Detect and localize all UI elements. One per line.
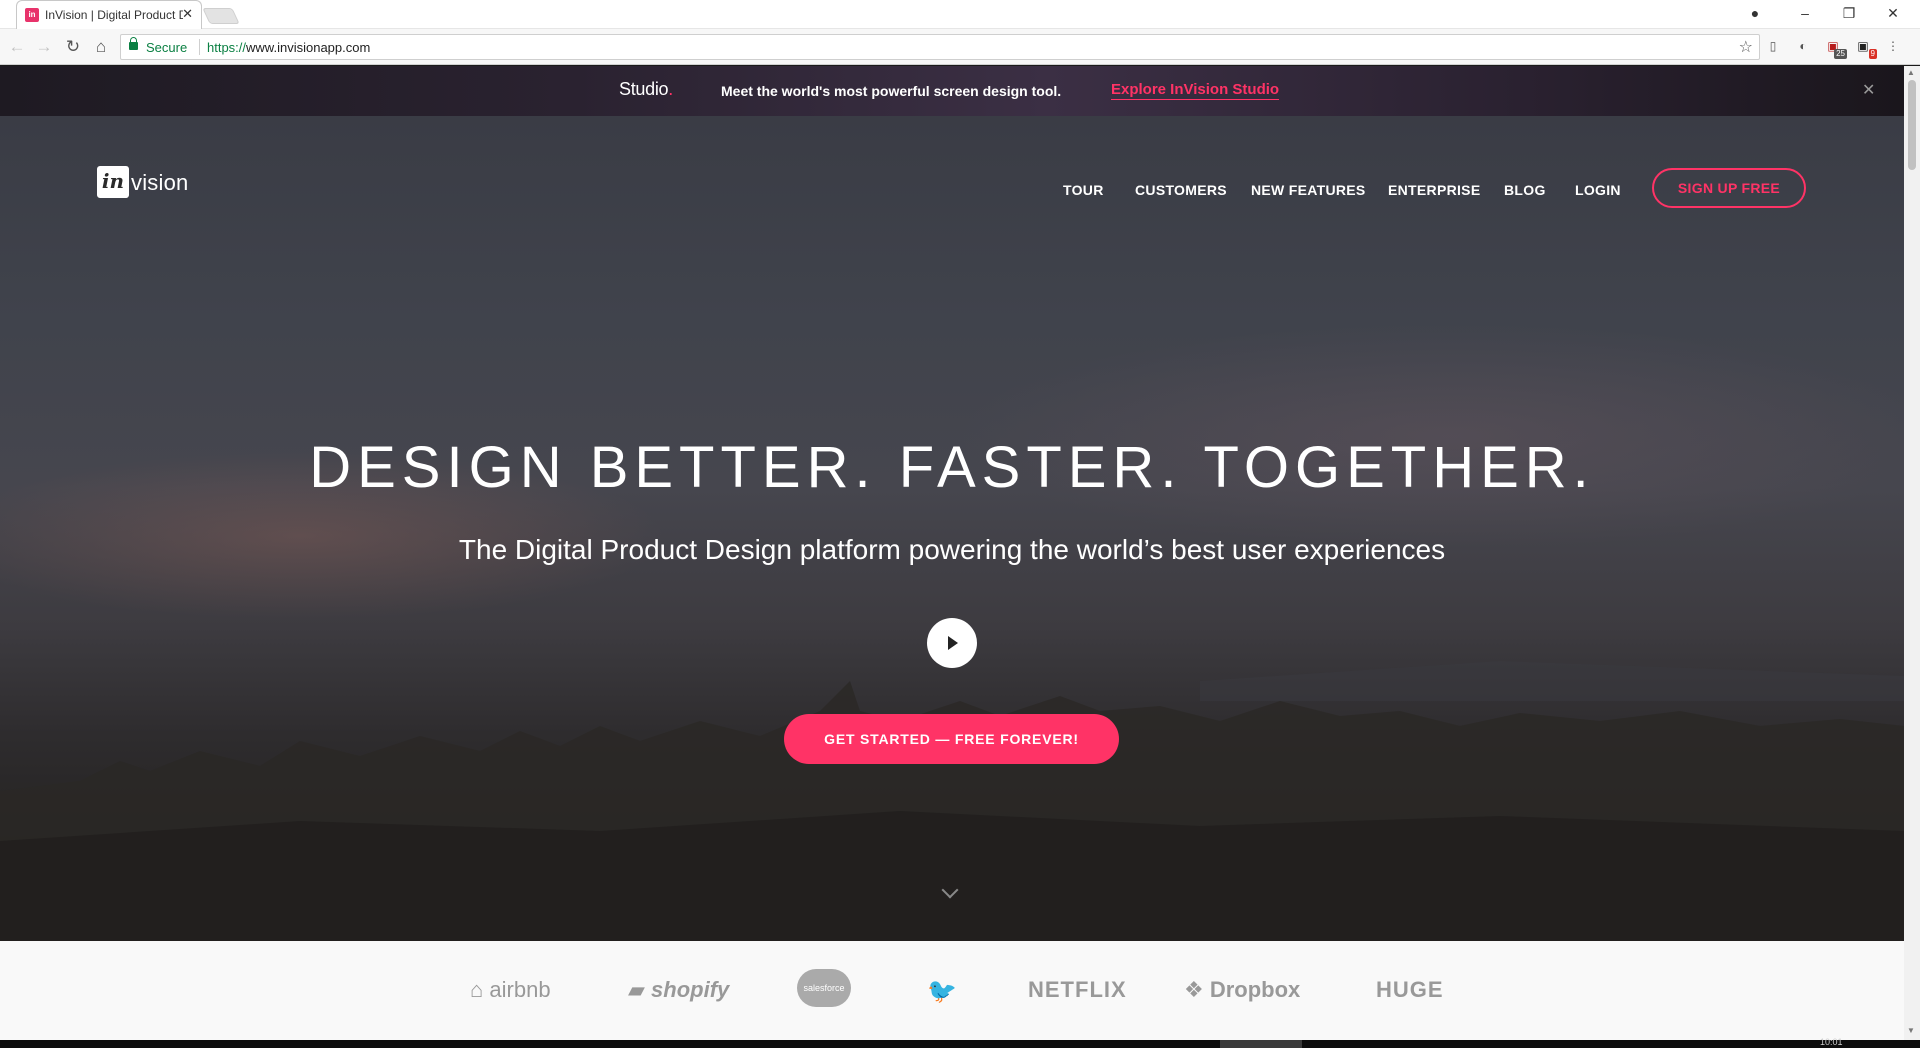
lock-icon xyxy=(129,37,138,50)
salesforce-logo: salesforce xyxy=(797,969,851,1007)
browser-tab-bar: in InVision | Digital Product Design, Wo… xyxy=(0,0,1920,29)
tab-title: InVision | Digital Product Design, Workf… xyxy=(45,8,183,22)
bookmark-star-icon[interactable]: ☆ xyxy=(1739,37,1753,57)
close-icon[interactable]: ✕ xyxy=(1862,80,1875,100)
extension-badge: 25 xyxy=(1834,49,1847,59)
taskbar-clock: 10:01 xyxy=(1820,1037,1843,1047)
restore-button[interactable]: ❐ xyxy=(1834,2,1864,24)
url-host: www.invisionapp.com xyxy=(246,40,371,55)
nav-blog[interactable]: BLOG xyxy=(1504,182,1546,198)
explore-studio-link[interactable]: Explore InVision Studio xyxy=(1111,81,1280,100)
browser-menu-icon[interactable]: ⋮ xyxy=(1884,37,1902,55)
huge-logo: HUGE xyxy=(1376,977,1444,1002)
nav-customers[interactable]: CUSTOMERS xyxy=(1135,182,1227,198)
scroll-up-arrow-icon[interactable]: ▲ xyxy=(1907,68,1915,77)
nav-enterprise[interactable]: ENTERPRISE xyxy=(1388,182,1480,198)
hero-section: in vision TOUR CUSTOMERS NEW FEATURES EN… xyxy=(0,116,1904,941)
shopify-bag-icon: ▰ xyxy=(628,977,652,1002)
shopify-logo-text: shopify xyxy=(651,977,730,1002)
invision-favicon-icon: in xyxy=(25,8,39,22)
secure-label: Secure xyxy=(146,40,188,55)
nav-login[interactable]: LOGIN xyxy=(1575,182,1621,198)
url-scheme: https:// xyxy=(207,40,247,55)
reload-icon[interactable]: ↻ xyxy=(62,36,84,58)
taskbar-active-item[interactable] xyxy=(1220,1040,1302,1048)
scroll-down-arrow-icon[interactable]: ▼ xyxy=(1907,1026,1915,1035)
dropbox-logo-text: Dropbox xyxy=(1209,977,1301,1002)
sign-up-button[interactable]: SIGN UP FREE xyxy=(1652,168,1806,208)
logo-mark: in xyxy=(97,166,129,198)
extension-badge: 9 xyxy=(1868,49,1877,59)
back-arrow-icon[interactable]: ← xyxy=(6,36,28,58)
scrollbar-thumb[interactable] xyxy=(1908,80,1916,170)
profile-icon[interactable]: ● xyxy=(1740,2,1770,24)
dropbox-box-icon: ❖ xyxy=(1184,977,1210,1002)
minimize-button[interactable]: – xyxy=(1790,2,1820,24)
hero-headline: DESIGN BETTER. FASTER. TOGETHER. xyxy=(309,435,1595,500)
studio-logo-text: Studio xyxy=(619,79,669,99)
airbnb-logo-icon: ⌂ xyxy=(470,977,490,1002)
logo-wordmark: vision xyxy=(131,170,189,195)
play-video-button[interactable] xyxy=(927,618,977,668)
os-taskbar: 10:01 xyxy=(0,1037,1920,1048)
forward-arrow-icon[interactable]: → xyxy=(33,36,55,58)
extension-dark-mode-icon[interactable]: ◐ xyxy=(1794,37,1812,55)
new-tab-button[interactable] xyxy=(202,8,240,24)
browser-toolbar: ← → ↻ ⌂ Secure https://www.invisionapp.c… xyxy=(0,29,1920,65)
customer-logos-strip: ⌂ airbnb ▰ shopify salesforce 🐦 NETFLIX … xyxy=(0,941,1904,1040)
address-bar[interactable]: Secure https://www.invisionapp.com ☆ xyxy=(120,34,1760,60)
extension-pdf-icon[interactable]: ▯ xyxy=(1764,37,1782,55)
close-window-button[interactable]: ✕ xyxy=(1878,2,1908,24)
home-icon[interactable]: ⌂ xyxy=(90,36,112,58)
airbnb-logo: ⌂ airbnb xyxy=(470,977,551,1003)
shopify-logo: ▰ shopify xyxy=(628,977,729,1003)
nav-new-features[interactable]: NEW FEATURES xyxy=(1251,182,1366,198)
get-started-button[interactable]: GET STARTED — FREE FOREVER! xyxy=(784,714,1119,764)
browser-tab[interactable]: in InVision | Digital Product Design, Wo… xyxy=(16,0,202,29)
tab-close-icon[interactable]: ✕ xyxy=(182,7,193,21)
twitter-bird-icon: 🐦 xyxy=(927,978,957,1005)
divider xyxy=(199,39,200,55)
airbnb-logo-text: airbnb xyxy=(489,977,551,1002)
studio-promo-banner: Studio. Meet the world's most powerful s… xyxy=(0,66,1904,116)
studio-logo-dot: . xyxy=(668,79,673,99)
extension-ghost-icon[interactable]: ▣ 9 xyxy=(1854,37,1877,59)
studio-logo: Studio. xyxy=(619,79,673,100)
hero-subhead: The Digital Product Design platform powe… xyxy=(458,534,1446,565)
url-text[interactable]: https://www.invisionapp.com xyxy=(207,40,370,55)
extension-shield-icon[interactable]: ▣ 25 xyxy=(1824,37,1847,59)
dropbox-logo: ❖ Dropbox xyxy=(1184,977,1300,1003)
nav-tour[interactable]: TOUR xyxy=(1063,182,1104,198)
netflix-logo: NETFLIX xyxy=(1028,977,1127,1002)
page-scrollbar[interactable]: ▲ ▼ xyxy=(1904,66,1920,1040)
page-viewport: Studio. Meet the world's most powerful s… xyxy=(0,66,1904,1040)
promo-message: Meet the world's most powerful screen de… xyxy=(721,83,1062,99)
